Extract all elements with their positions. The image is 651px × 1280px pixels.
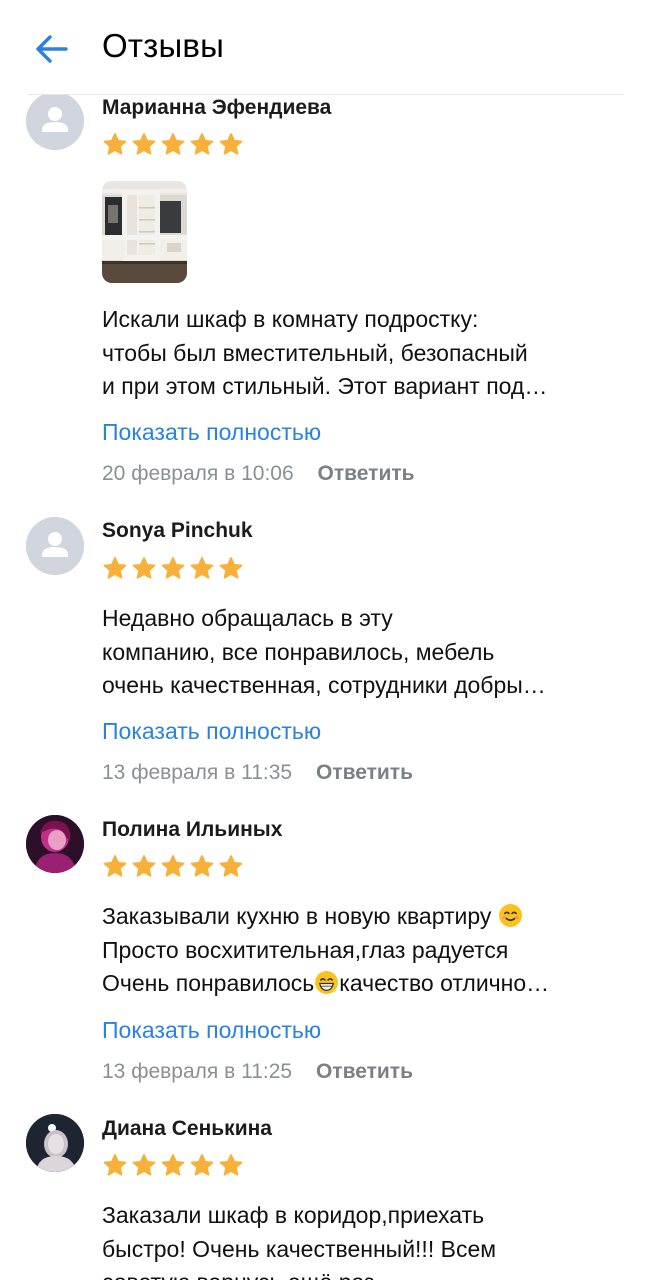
- avatar[interactable]: [26, 92, 84, 150]
- star-icon: [190, 557, 214, 579]
- review-date: 20 февраля в 10:06: [102, 462, 294, 485]
- review-text-segment: Очень понравилось: [102, 970, 315, 996]
- reviews-screen: Марианна Эфендиева Искали шкаф в комнату…: [0, 0, 651, 1280]
- review-text-line: советую вернусь ещё раз: [102, 1266, 602, 1280]
- review-text-line: Просто восхитительная,глаз радуется: [102, 936, 509, 963]
- review-author[interactable]: Диана Сенькина: [102, 1117, 272, 1141]
- star-icon: [161, 1154, 185, 1176]
- reply-button[interactable]: Ответить: [316, 761, 413, 784]
- review-text-line: Заказывали кухню в новую квартиру: [102, 900, 602, 934]
- star-icon: [132, 1154, 156, 1176]
- rating-stars: [101, 1152, 245, 1180]
- star-icon: [190, 855, 214, 877]
- review-meta: 13 февраля в 11:35 Ответить: [102, 761, 413, 785]
- header: Отзывы: [0, 0, 651, 95]
- star-icon: [103, 557, 127, 579]
- smiling-emoji-icon: [498, 904, 522, 927]
- back-button[interactable]: [28, 26, 74, 72]
- star-icon: [103, 133, 127, 155]
- avatar[interactable]: [26, 517, 84, 575]
- review-meta: 20 февраля в 10:06 Ответить: [102, 462, 415, 486]
- review-author[interactable]: Полина Ильиных: [102, 818, 282, 842]
- star-icon: [132, 133, 156, 155]
- reply-button[interactable]: Ответить: [318, 462, 415, 485]
- star-icon: [190, 1154, 214, 1176]
- show-full-link[interactable]: Показать полностью: [102, 419, 321, 446]
- review-text-segment: Заказывали кухню в новую квартиру: [102, 903, 492, 929]
- show-full-link[interactable]: Показать полностью: [102, 1017, 321, 1044]
- review-text-line: и при этом стильный. Этот вариант под…: [102, 373, 548, 399]
- default-user-icon: [26, 517, 84, 575]
- star-icon: [132, 557, 156, 579]
- user-photo-dark: [26, 1114, 84, 1172]
- star-icon: [161, 557, 185, 579]
- grinning-emoji-icon: [315, 971, 339, 994]
- review-date: 13 февраля в 11:25: [102, 1060, 293, 1083]
- review-author[interactable]: Марианна Эфендиева: [102, 96, 331, 120]
- star-icon: [161, 133, 185, 155]
- avatar[interactable]: [26, 1114, 84, 1172]
- review-text-line: Заказали шкаф в коридор,приехать: [102, 1202, 485, 1228]
- star-icon: [190, 133, 214, 155]
- review-text-line: Искали шкаф в комнату подростку:: [102, 306, 479, 332]
- review-text-segment: качество отлично…: [339, 970, 550, 996]
- arrow-left-icon: [36, 35, 68, 63]
- default-user-icon: [26, 92, 84, 150]
- review-author[interactable]: Sonya Pinchuk: [102, 519, 253, 543]
- header-divider: [28, 94, 624, 95]
- review-photo[interactable]: [102, 181, 187, 283]
- review-text: Заказали шкаф в коридор,приехать быстро!…: [102, 1199, 602, 1280]
- review-text: Искали шкаф в комнату подростку: чтобы б…: [102, 303, 602, 404]
- page-title: Отзывы: [102, 27, 225, 64]
- star-icon: [132, 855, 156, 877]
- reply-button[interactable]: Ответить: [316, 1060, 413, 1083]
- star-icon: [219, 855, 243, 877]
- review-text-line: чтобы был вместительный, безопасный: [102, 339, 528, 366]
- star-icon: [103, 855, 127, 877]
- star-icon: [219, 133, 243, 155]
- review-meta: 13 февраля в 11:25 Ответить: [102, 1060, 413, 1084]
- review-text: Недавно обращалась в эту компанию, все п…: [102, 602, 602, 703]
- review-text-line: Очень понравилось качество отлично…: [102, 967, 602, 1001]
- review-text-line: быстро! Очень качественный!!! Всем: [102, 1235, 497, 1262]
- review-text: Заказывали кухню в новую квартиру Просто…: [102, 900, 602, 1001]
- rating-stars: [101, 555, 245, 583]
- show-full-link[interactable]: Показать полностью: [102, 718, 321, 745]
- rating-stars: [101, 131, 245, 159]
- wardrobe-photo: [102, 181, 187, 283]
- rating-stars: [101, 853, 245, 881]
- star-icon: [161, 855, 185, 877]
- star-icon: [219, 1154, 243, 1176]
- review-text-line: компанию, все понравилось, мебель: [102, 638, 495, 665]
- star-icon: [219, 557, 243, 579]
- user-photo-pink: [26, 815, 84, 873]
- avatar[interactable]: [26, 815, 84, 873]
- star-icon: [103, 1154, 127, 1176]
- review-text-line: очень качественная, сотрудники добры…: [102, 672, 546, 698]
- review-date: 13 февраля в 11:35: [102, 761, 293, 784]
- review-text-line: Недавно обращалась в эту: [102, 605, 393, 631]
